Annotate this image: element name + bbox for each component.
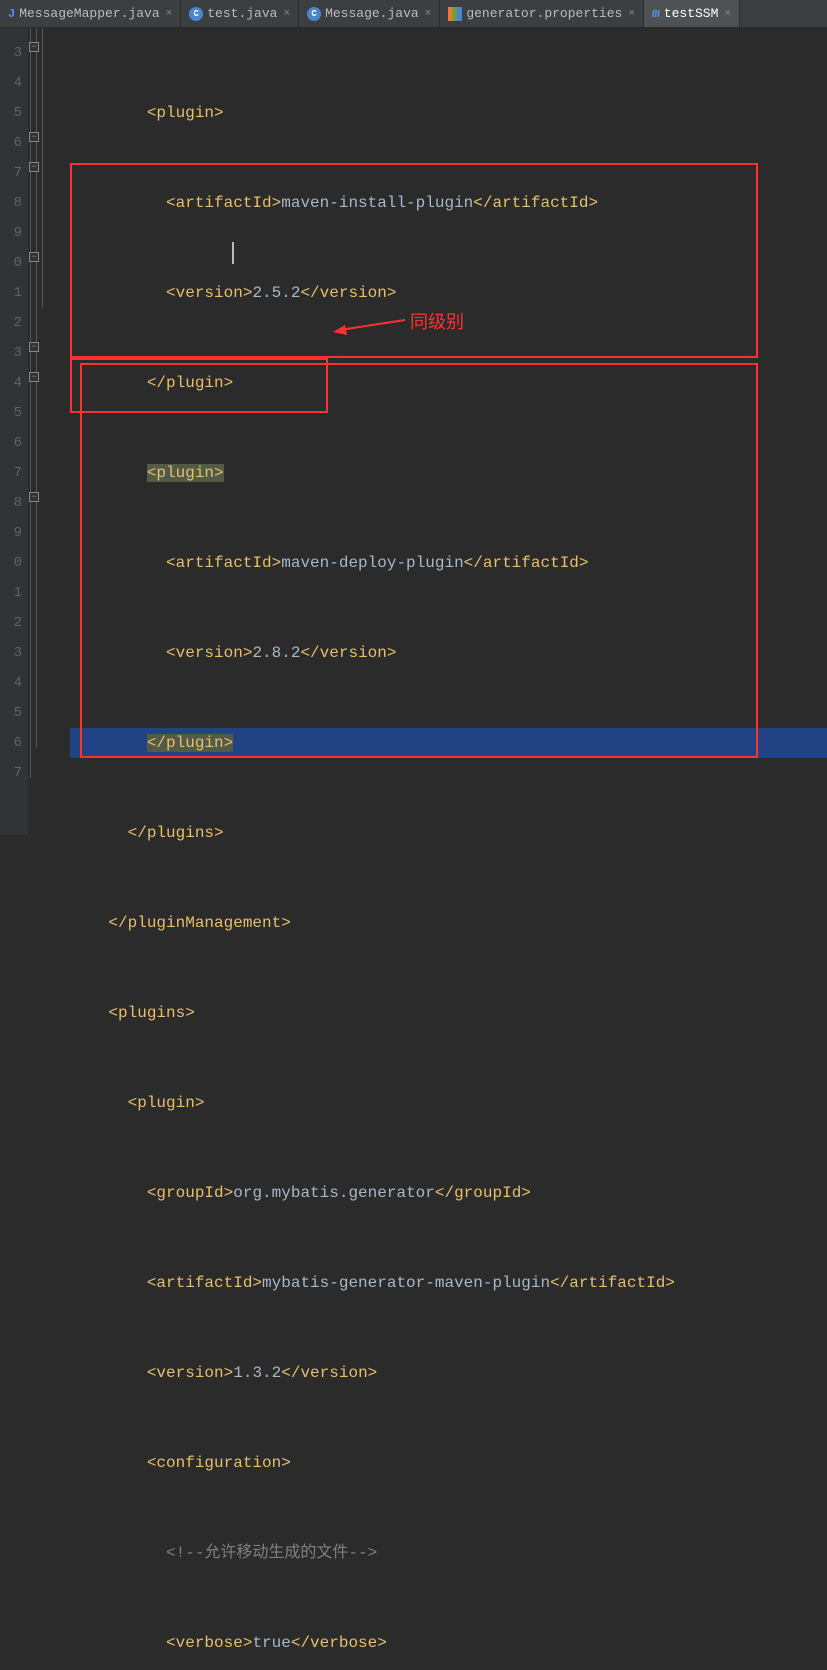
code-line: <plugin>: [70, 1088, 827, 1118]
code-line: <configuration>: [70, 1448, 827, 1478]
code-line: <plugins>: [70, 998, 827, 1028]
class-icon: C: [307, 7, 321, 21]
fold-toggle-icon[interactable]: −: [29, 252, 39, 262]
java-icon: J: [8, 7, 15, 21]
code-line: </plugin>: [70, 728, 827, 758]
code-line: <plugin>: [70, 458, 827, 488]
code-line: <version>1.3.2</version>: [70, 1358, 827, 1388]
tab-test-ssm[interactable]: mtestSSM×: [644, 0, 740, 27]
line-gutter: 34567 89012 34567 89012 34567: [0, 28, 28, 835]
code-editor[interactable]: 34567 89012 34567 89012 34567 − − − − − …: [0, 28, 827, 835]
fold-toggle-icon[interactable]: −: [29, 342, 39, 352]
code-line: </plugins>: [70, 818, 827, 848]
annotation-label: 同级别: [410, 308, 464, 334]
fold-column: − − − − − − −: [28, 28, 70, 835]
code-line: <artifactId>mybatis-generator-maven-plug…: [70, 1268, 827, 1298]
close-icon[interactable]: ×: [724, 8, 731, 20]
fold-toggle-icon[interactable]: −: [29, 372, 39, 382]
fold-toggle-icon[interactable]: −: [29, 132, 39, 142]
fold-toggle-icon[interactable]: −: [29, 42, 39, 52]
properties-icon: [448, 7, 462, 21]
close-icon[interactable]: ×: [283, 8, 290, 20]
code-area[interactable]: <plugin> <artifactId>maven-install-plugi…: [70, 28, 827, 835]
fold-toggle-icon[interactable]: −: [29, 162, 39, 172]
close-icon[interactable]: ×: [628, 8, 635, 20]
fold-toggle-icon[interactable]: −: [29, 492, 39, 502]
tab-message-mapper[interactable]: JMessageMapper.java×: [0, 0, 181, 27]
tab-test-java[interactable]: Ctest.java×: [181, 0, 299, 27]
text-cursor: [232, 242, 234, 264]
code-line: <plugin>: [70, 98, 827, 128]
code-line: </pluginManagement>: [70, 908, 827, 938]
code-line: <!--允许移动生成的文件-->: [70, 1538, 827, 1568]
code-line: <version>2.5.2</version>: [70, 278, 827, 308]
code-line: <groupId>org.mybatis.generator</groupId>: [70, 1178, 827, 1208]
tab-message-java[interactable]: CMessage.java×: [299, 0, 440, 27]
maven-icon: m: [652, 6, 660, 21]
code-line: <artifactId>maven-install-plugin</artifa…: [70, 188, 827, 218]
close-icon[interactable]: ×: [166, 8, 173, 20]
editor-tabs: JMessageMapper.java× Ctest.java× CMessag…: [0, 0, 827, 28]
code-line: <version>2.8.2</version>: [70, 638, 827, 668]
close-icon[interactable]: ×: [425, 8, 432, 20]
code-line: <verbose>true</verbose>: [70, 1628, 827, 1658]
code-line: </plugin>: [70, 368, 827, 398]
class-icon: C: [189, 7, 203, 21]
tab-generator-properties[interactable]: generator.properties×: [440, 0, 644, 27]
code-line: <artifactId>maven-deploy-plugin</artifac…: [70, 548, 827, 578]
